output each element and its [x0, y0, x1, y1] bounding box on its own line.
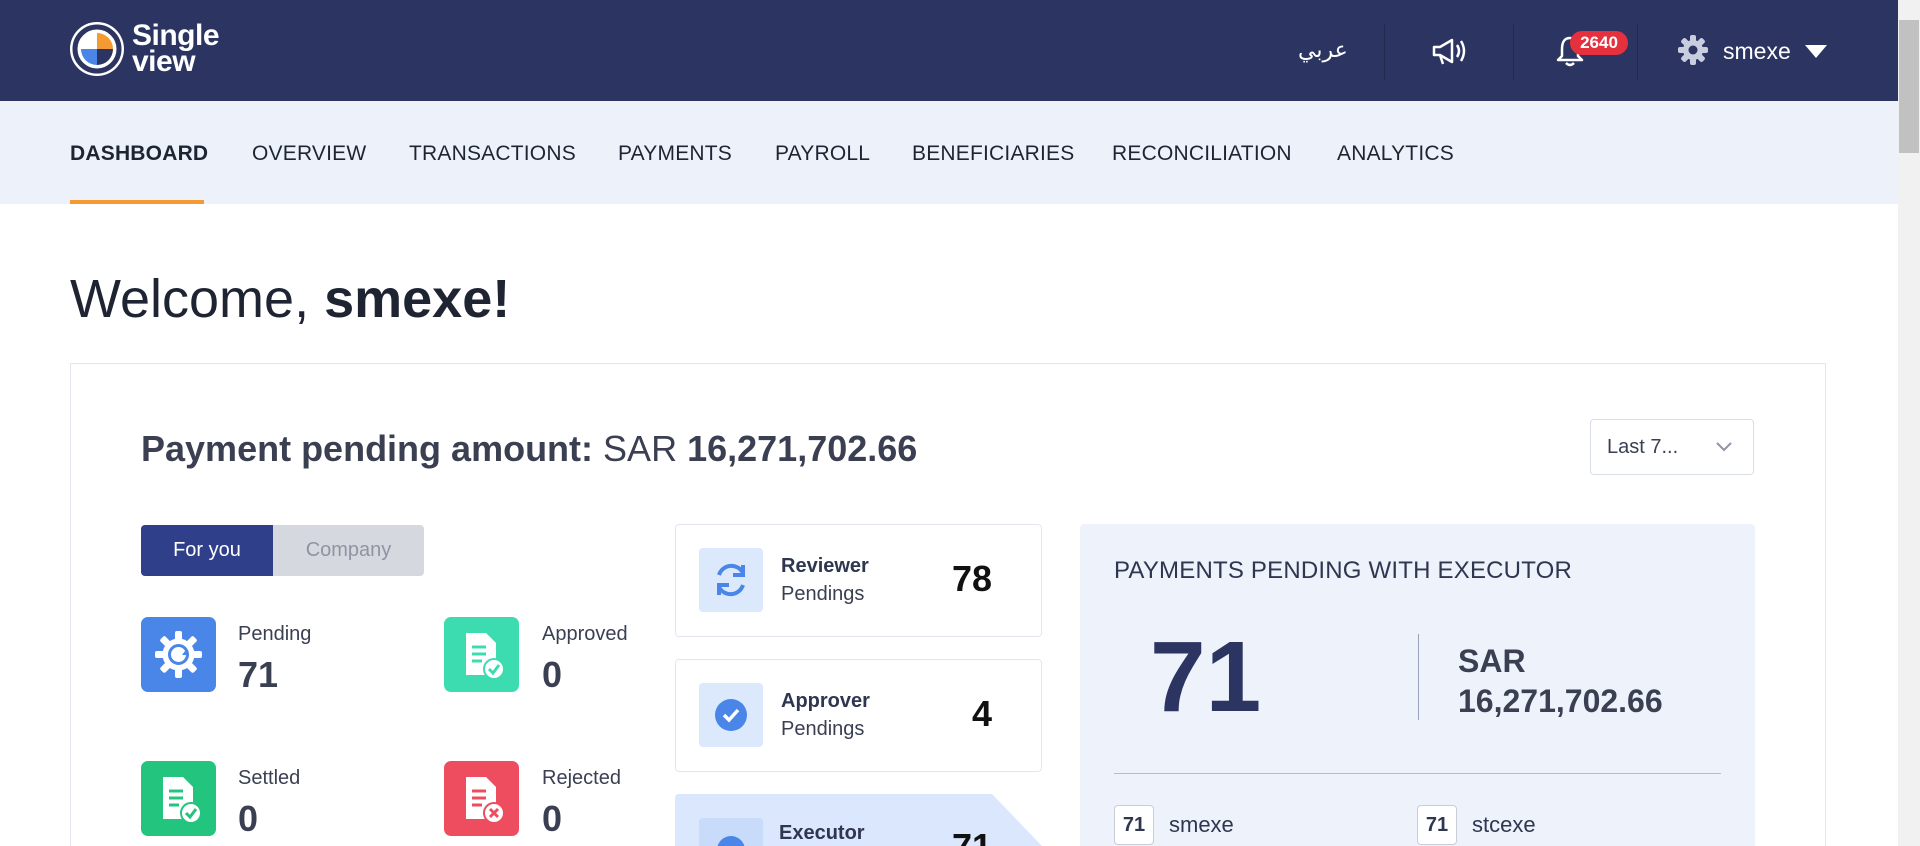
- executor-panel-currency: SAR: [1458, 643, 1526, 679]
- document-x-icon: [444, 761, 519, 836]
- executor-user-name[interactable]: stcexe: [1472, 812, 1536, 838]
- pending-amount-value: 16,271,702.66: [687, 428, 918, 469]
- stat-pending-value: 71: [238, 654, 279, 695]
- nav-item-payroll[interactable]: PAYROLL: [775, 142, 870, 166]
- header-divider: [1637, 24, 1638, 80]
- page-scrollbar-thumb[interactable]: [1899, 20, 1919, 153]
- user-menu-name[interactable]: smexe: [1723, 38, 1791, 65]
- logo-mark-icon: [70, 22, 124, 76]
- executor-panel-count: 71: [1150, 621, 1262, 733]
- reviewer-count: 78: [952, 558, 993, 599]
- reviewer-sub: Pendings: [781, 583, 865, 605]
- stat-rejected-label: Rejected: [542, 767, 621, 789]
- refresh-icon: [699, 548, 763, 612]
- payment-pending-amount: Payment pending amount: SAR 16,271,702.6…: [141, 428, 917, 470]
- stat-rejected-value: 0: [542, 798, 563, 839]
- stat-approved-label: Approved: [542, 623, 628, 645]
- chevron-down-icon[interactable]: [1715, 440, 1733, 458]
- gear-sync-icon: [141, 617, 216, 692]
- approver-title: Approver: [781, 690, 870, 712]
- nav-item-analytics[interactable]: ANALYTICS: [1337, 142, 1454, 166]
- stat-settled-label: Settled: [238, 767, 301, 789]
- approver-count: 4: [972, 693, 993, 734]
- period-dropdown-value[interactable]: Last 7...: [1607, 436, 1678, 459]
- notification-count-badge[interactable]: 2640: [1570, 31, 1628, 55]
- executor-user-count-badge: 71: [1417, 805, 1457, 845]
- nav-item-dashboard[interactable]: DASHBOARD: [70, 142, 208, 166]
- executor-panel-divider: [1418, 634, 1419, 720]
- reviewer-title: Reviewer: [781, 555, 869, 577]
- stat-approved-value: 0: [542, 654, 563, 695]
- welcome-greeting: Welcome,: [70, 269, 325, 329]
- scope-toggle: For you Company: [141, 525, 424, 576]
- app-logo[interactable]: Single view: [70, 21, 220, 78]
- nav-item-reconciliation[interactable]: RECONCILIATION: [1112, 142, 1292, 166]
- welcome-username: smexe!: [324, 269, 511, 329]
- language-toggle[interactable]: عربي: [1298, 38, 1348, 63]
- settings-gear-icon[interactable]: [1677, 34, 1709, 71]
- approver-sub: Pendings: [781, 718, 865, 740]
- header-divider: [1384, 24, 1385, 80]
- stat-settled-value: 0: [238, 798, 259, 839]
- nav-item-payments[interactable]: PAYMENTS: [618, 142, 732, 166]
- megaphone-icon[interactable]: [1430, 34, 1468, 73]
- executor-panel-amount: 16,271,702.66: [1458, 683, 1663, 719]
- nav-item-overview[interactable]: OVERVIEW: [252, 142, 366, 166]
- header-divider: [1513, 24, 1514, 80]
- nav-item-transactions[interactable]: TRANSACTIONS: [409, 142, 576, 166]
- document-check-icon: [141, 761, 216, 836]
- executor-panel-separator: [1114, 773, 1721, 774]
- document-check-icon: [444, 617, 519, 692]
- caret-down-icon[interactable]: [1805, 45, 1827, 58]
- executor-panel-title: PAYMENTS PENDING WITH EXECUTOR: [1114, 557, 1573, 584]
- executor-user-name[interactable]: smexe: [1169, 812, 1234, 838]
- toggle-for-you[interactable]: For you: [141, 525, 273, 576]
- pending-amount-currency: SAR: [603, 428, 678, 469]
- page-title: Welcome, smexe!: [70, 268, 510, 330]
- active-tab-indicator: [70, 200, 204, 204]
- executor-user-count-badge: 71: [1114, 805, 1154, 845]
- executor-icon: [699, 818, 763, 846]
- nav-item-beneficiaries[interactable]: BENEFICIARIES: [912, 142, 1074, 166]
- logo-wordmark: Single view: [132, 21, 220, 78]
- logo-line2: view: [132, 45, 196, 78]
- executor-count: 71: [952, 826, 992, 846]
- pending-amount-label: Payment pending amount:: [141, 428, 594, 469]
- executor-title: Executor: [779, 822, 865, 844]
- toggle-company[interactable]: Company: [273, 525, 424, 576]
- stat-pending-label: Pending: [238, 623, 312, 645]
- check-circle-icon: [699, 683, 763, 747]
